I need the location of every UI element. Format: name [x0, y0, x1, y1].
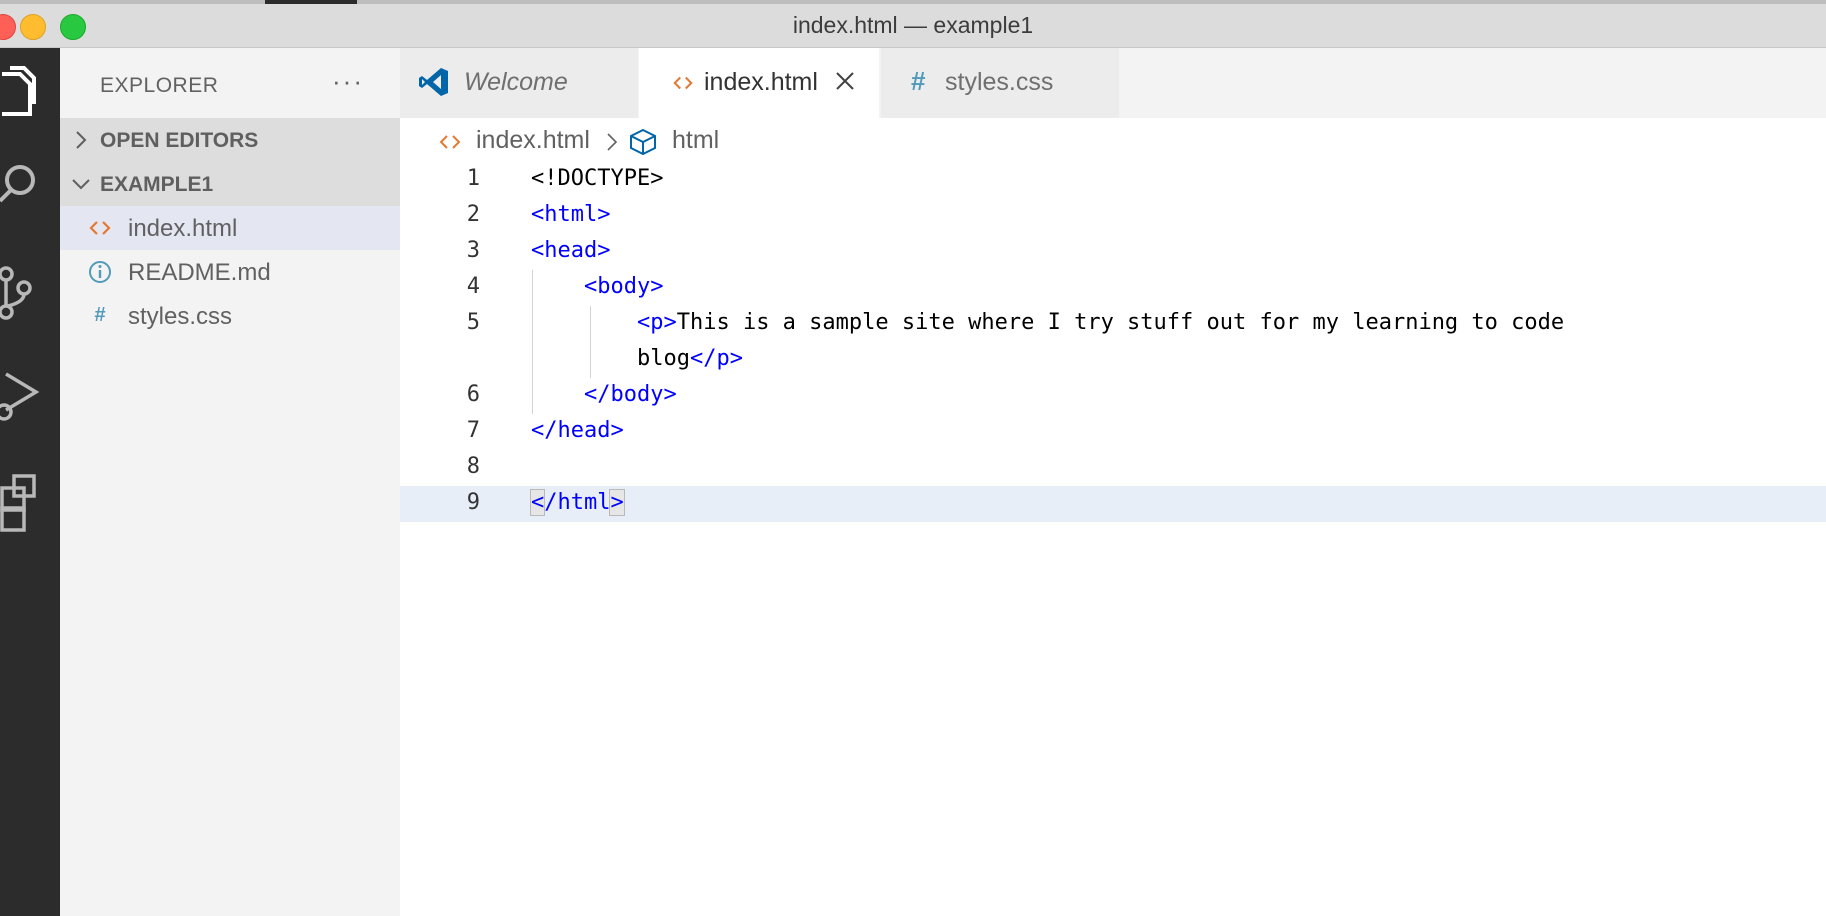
tab-label: Welcome — [464, 68, 568, 96]
chevron-down-icon — [72, 179, 90, 190]
html-tag-token: <html> — [531, 202, 611, 227]
tab-label: styles.css — [945, 68, 1054, 96]
line-number: 5 — [466, 310, 480, 335]
code-editor[interactable]: 1 <!DOCTYPE> 2 <html> 3 <head> 4 <body> 5 <p>Th… — [400, 162, 1826, 916]
code-line[interactable]: 2 <html> — [400, 198, 1826, 234]
tab-label: index.html — [704, 68, 818, 96]
code-line[interactable]: 5 <p>This is a sample site where I try s… — [400, 306, 1826, 342]
line-number: 8 — [466, 454, 480, 479]
code-line[interactable]: 1 <!DOCTYPE> — [400, 162, 1826, 198]
close-icon[interactable] — [832, 68, 858, 94]
code-line[interactable]: 8 — [400, 450, 1826, 486]
search-icon[interactable] — [0, 156, 60, 216]
line-number: 9 — [466, 490, 480, 515]
extensions-icon[interactable] — [0, 474, 60, 534]
chevron-right-icon — [607, 133, 618, 151]
tab-index-html[interactable]: index.html — [639, 48, 879, 118]
vscode-logo-icon — [419, 68, 448, 96]
line-number: 1 — [466, 166, 480, 191]
code-text: </html> — [529, 489, 625, 516]
file-name: README.md — [128, 259, 271, 286]
file-item-readme-md[interactable]: README.md — [60, 250, 400, 294]
explorer-header: EXPLORER ··· — [60, 48, 400, 118]
line-number: 3 — [466, 238, 480, 263]
more-actions-icon[interactable]: ··· — [332, 66, 364, 97]
file-name: index.html — [128, 215, 238, 242]
source-control-icon[interactable] — [0, 266, 60, 326]
line-number: 7 — [466, 418, 480, 443]
run-debug-icon[interactable] — [0, 368, 60, 428]
html-tag-token: </head> — [531, 418, 624, 443]
element-cube-icon — [630, 128, 656, 156]
breadcrumb-item-element[interactable]: html — [672, 126, 719, 155]
info-icon — [88, 260, 112, 284]
file-item-index-html[interactable]: index.html — [60, 206, 400, 250]
line-number: 6 — [466, 382, 480, 407]
file-item-styles-css[interactable]: # styles.css — [60, 294, 400, 338]
breadcrumb: index.html html — [400, 118, 1826, 162]
section-label: EXAMPLE1 — [100, 173, 214, 196]
html-tag-token: </body> — [583, 382, 677, 407]
chevron-right-icon — [76, 131, 87, 149]
line-number: 4 — [466, 274, 480, 299]
explorer-title: EXPLORER — [100, 74, 219, 97]
breadcrumb-item-file[interactable]: index.html — [476, 126, 590, 155]
html-file-icon — [673, 76, 693, 90]
html-tag-token: </html> — [529, 489, 625, 516]
section-open-editors[interactable]: OPEN EDITORS — [60, 118, 400, 162]
code-text: <body> — [531, 274, 663, 299]
section-example1[interactable]: EXAMPLE1 — [60, 162, 400, 206]
code-text: </head> — [531, 418, 624, 443]
section-label: OPEN EDITORS — [100, 129, 259, 152]
code-text: <p>This is a sample site where I try stu… — [636, 310, 1565, 335]
code-line[interactable]: 4 <body> — [400, 270, 1826, 306]
top-stripe — [0, 0, 1826, 4]
css-file-icon: # — [911, 66, 926, 96]
html-tag-token: <p> — [636, 310, 677, 335]
code-line[interactable]: 9 </html> — [400, 486, 1826, 522]
code-line[interactable]: 7 </head> — [400, 414, 1826, 450]
code-text: blog</p> — [531, 346, 743, 371]
code-line[interactable]: 3 <head> — [400, 234, 1826, 270]
html-tag-token: </p> — [689, 346, 743, 371]
code-text: <!DOCTYPE> — [531, 166, 664, 191]
code-line[interactable]: 6 </body> — [400, 378, 1826, 414]
line-number: 2 — [466, 202, 480, 227]
html-file-icon — [439, 135, 461, 149]
html-tag-token: <head> — [531, 238, 611, 263]
code-text: <html> — [531, 202, 610, 227]
html-tag-token: <body> — [583, 274, 664, 299]
code-line[interactable]: blog</p> — [400, 342, 1826, 378]
code-text: <head> — [531, 238, 610, 263]
window-title: index.html — example1 — [792, 12, 1034, 38]
editor-tab-bar: Welcome index.html # styles.css — [400, 48, 1826, 118]
file-name: styles.css — [128, 303, 233, 330]
title-bar: index.html — example1 — [0, 0, 1826, 48]
tab-welcome[interactable]: Welcome — [400, 48, 639, 118]
css-file-icon: # — [94, 304, 106, 326]
files-icon[interactable] — [0, 60, 60, 120]
activity-bar — [0, 48, 60, 916]
explorer-sidebar: EXPLORER ··· OPEN EDITORS EXAMPLE1 index… — [60, 48, 400, 916]
html-file-icon — [88, 216, 112, 240]
tab-styles-css[interactable]: # styles.css — [881, 48, 1119, 118]
code-text: </body> — [531, 382, 677, 407]
